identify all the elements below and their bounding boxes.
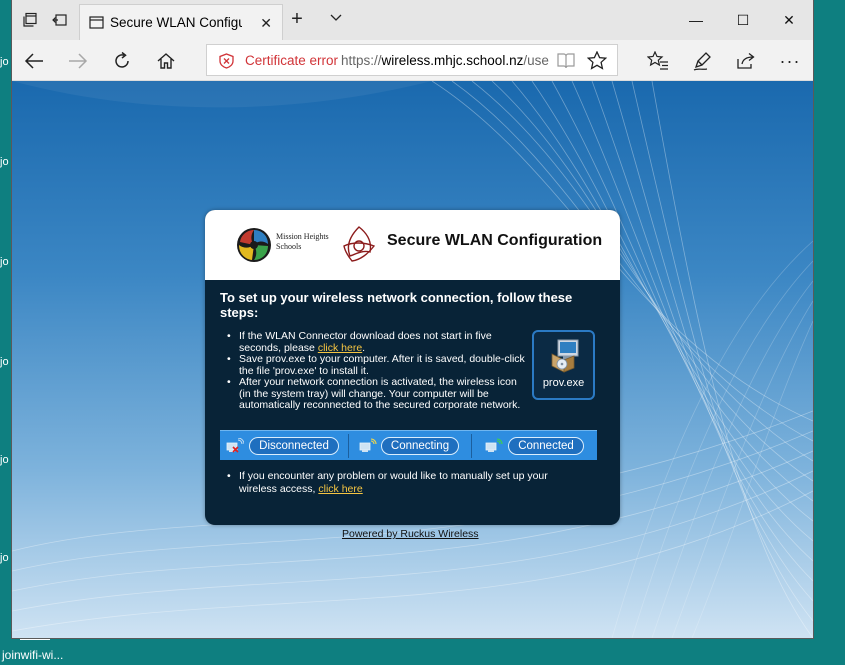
web-note-pen-icon[interactable] <box>688 48 716 74</box>
certificate-error-label[interactable]: Certificate error <box>245 53 338 68</box>
tab-preview-chevron-icon[interactable] <box>324 10 348 30</box>
browser-window: Secure WLAN Configura ✕ + — ☐ ✕ <box>12 0 813 638</box>
school-logo-text: Mission Heights Schools <box>276 232 329 252</box>
url-scheme: https:// <box>341 53 382 68</box>
logo-line-2: Schools <box>276 242 302 251</box>
url-path: /user, <box>523 53 549 68</box>
desktop-icon-label[interactable]: jo <box>0 56 12 69</box>
step-install: Save prov.exe to your computer. After it… <box>225 353 531 377</box>
card-title: Secure WLAN Configuration <box>387 232 603 249</box>
address-bar[interactable]: Certificate error https://wireless.mhjc.… <box>206 44 618 76</box>
network-disconnected-icon <box>226 438 244 453</box>
url-text[interactable]: https://wireless.mhjc.school.nz/user, <box>341 53 549 68</box>
status-connected-label: Connected <box>508 437 584 455</box>
tab-title: Secure WLAN Configura <box>110 15 242 30</box>
card-header: Mission Heights Schools Secure WLAN Conf… <box>205 210 620 280</box>
tab-close-button[interactable]: ✕ <box>260 15 272 32</box>
installer-package-icon <box>551 339 579 373</box>
status-connecting: Connecting <box>349 431 471 461</box>
connection-status-bar: Disconnected Connecting Connected <box>220 430 597 460</box>
wlan-config-card: Mission Heights Schools Secure WLAN Conf… <box>205 210 620 525</box>
title-bar: Secure WLAN Configura ✕ + — ☐ ✕ <box>12 0 813 40</box>
favorite-star-icon[interactable] <box>586 50 608 75</box>
desktop-icon-label[interactable]: jo <box>0 256 12 269</box>
forward-button[interactable] <box>64 48 92 74</box>
status-connecting-label: Connecting <box>381 437 459 455</box>
manual-setup-click-here-link[interactable]: click here <box>318 483 362 495</box>
school-logo-circle-icon <box>237 228 271 262</box>
card-body: To set up your wireless network connecti… <box>205 280 620 525</box>
network-connected-icon <box>485 438 503 452</box>
back-button[interactable] <box>20 48 48 74</box>
home-button[interactable] <box>152 48 180 74</box>
tab-manager-icon[interactable] <box>18 8 42 32</box>
desktop-file-label[interactable]: joinwifi-wi... <box>2 648 63 663</box>
logo-line-1: Mission Heights <box>276 232 329 241</box>
url-host: wireless.mhjc.school.nz <box>381 53 524 68</box>
desktop-icon-label[interactable]: jo <box>0 454 12 467</box>
set-tabs-aside-icon[interactable] <box>48 8 72 32</box>
download-click-here-link[interactable]: click here <box>318 342 362 354</box>
status-connected: Connected <box>472 431 597 461</box>
powered-by-ruckus-link[interactable]: Powered by Ruckus Wireless <box>342 528 479 540</box>
new-tab-button[interactable]: + <box>285 8 309 32</box>
reading-view-icon[interactable] <box>557 52 575 74</box>
tab-secure-wlan[interactable]: Secure WLAN Configura ✕ <box>79 4 283 40</box>
step-download: If the WLAN Connector download does not … <box>225 330 531 354</box>
status-disconnected: Disconnected <box>220 431 347 461</box>
page-content: Mission Heights Schools Secure WLAN Conf… <box>12 81 813 638</box>
maximize-button[interactable]: ☐ <box>723 6 763 34</box>
desktop-icon-label[interactable]: jo <box>0 356 12 369</box>
network-connecting-icon <box>359 438 377 452</box>
steps-heading: To set up your wireless network connecti… <box>220 290 573 320</box>
help-list: If you encounter any problem or would li… <box>225 470 585 496</box>
desktop-icon-label[interactable]: jo <box>0 156 12 169</box>
close-window-button[interactable]: ✕ <box>769 6 809 34</box>
prov-exe-download-button[interactable]: prov.exe <box>532 330 595 400</box>
help-text: If you encounter any problem or would li… <box>239 470 548 495</box>
status-disconnected-label: Disconnected <box>249 437 339 455</box>
favorites-hub-icon[interactable] <box>644 48 672 74</box>
step-download-text: If the WLAN Connector download does not … <box>239 330 492 354</box>
certificate-error-icon[interactable] <box>219 53 234 74</box>
school-knot-logo-icon <box>343 226 376 262</box>
desktop-icon-label[interactable]: jo <box>0 552 12 565</box>
prov-exe-label: prov.exe <box>542 377 585 389</box>
help-item: If you encounter any problem or would li… <box>225 470 585 496</box>
more-menu-button[interactable]: ··· <box>776 48 804 74</box>
step-download-end: . <box>362 341 366 354</box>
page-icon <box>89 15 104 35</box>
steps-list: If the WLAN Connector download does not … <box>225 330 531 412</box>
navigation-bar: Certificate error https://wireless.mhjc.… <box>12 40 813 81</box>
step-reconnect: After your network connection is activat… <box>225 376 531 412</box>
share-icon[interactable] <box>732 48 760 74</box>
minimize-button[interactable]: — <box>676 6 716 34</box>
refresh-button[interactable] <box>108 48 136 74</box>
